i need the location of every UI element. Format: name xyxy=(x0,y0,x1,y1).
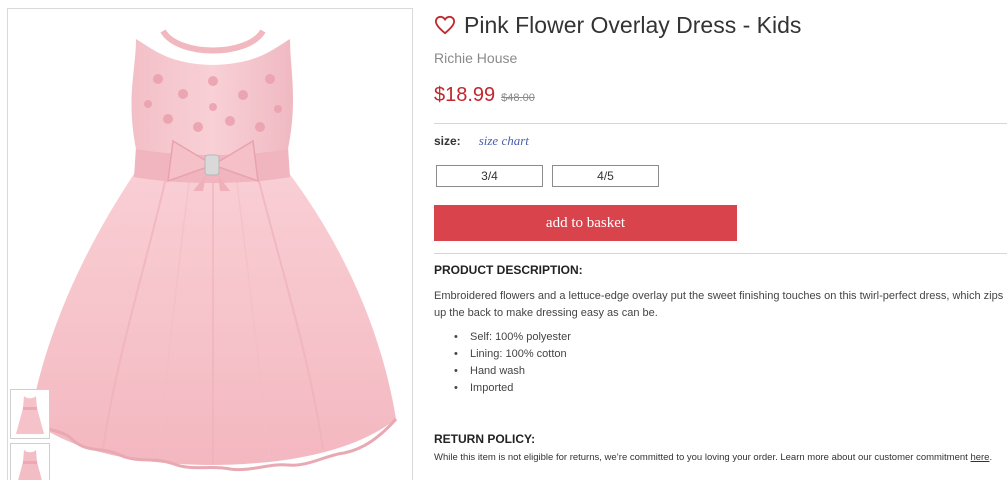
size-options: 3/4 4/5 xyxy=(436,165,668,187)
description-heading: PRODUCT DESCRIPTION: xyxy=(434,263,583,277)
sale-price: $18.99 xyxy=(434,84,496,106)
title-row: Pink Flower Overlay Dress - Kids xyxy=(434,11,801,39)
product-title: Pink Flower Overlay Dress - Kids xyxy=(464,11,802,38)
feature-list: Self: 100% polyester Lining: 100% cotton… xyxy=(452,329,571,397)
thumbnail-dress-back-image xyxy=(18,450,42,480)
divider xyxy=(434,253,1007,254)
thumbnail-dress-image xyxy=(16,396,44,434)
thumbnail-1[interactable] xyxy=(10,389,50,439)
return-policy-body: While this item is not eligible for retu… xyxy=(434,452,971,463)
size-chart-link[interactable]: size chart xyxy=(479,133,529,149)
list-item: Self: 100% polyester xyxy=(452,329,571,346)
list-item: Hand wash xyxy=(452,363,571,380)
product-page: Pink Flower Overlay Dress - Kids Richie … xyxy=(0,0,1007,480)
list-item: Imported xyxy=(452,380,571,397)
product-image-gallery xyxy=(7,8,413,480)
heart-outline-icon[interactable] xyxy=(434,15,456,35)
description-text: Embroidered flowers and a lettuce-edge o… xyxy=(434,290,1004,319)
product-details: Pink Flower Overlay Dress - Kids Richie … xyxy=(434,0,1007,480)
price-row: $18.99 $48.00 xyxy=(434,84,535,107)
divider xyxy=(434,123,1007,124)
size-option-3-4[interactable]: 3/4 xyxy=(436,165,543,187)
add-to-basket-button[interactable]: add to basket xyxy=(434,205,737,241)
size-row: size: size chart xyxy=(434,133,529,149)
size-option-4-5[interactable]: 4/5 xyxy=(552,165,659,187)
return-policy-link[interactable]: here xyxy=(970,452,989,463)
list-item: Lining: 100% cotton xyxy=(452,346,571,363)
return-policy-heading: RETURN POLICY: xyxy=(434,432,536,446)
thumbnail-2[interactable] xyxy=(10,443,50,480)
return-policy-suffix: . xyxy=(989,452,993,463)
return-policy-text: While this item is not eligible for retu… xyxy=(434,450,1007,465)
product-photo[interactable] xyxy=(8,9,413,480)
original-price: $48.00 xyxy=(501,92,535,104)
size-label: size: xyxy=(434,134,461,148)
brand-name[interactable]: Richie House xyxy=(434,50,517,66)
